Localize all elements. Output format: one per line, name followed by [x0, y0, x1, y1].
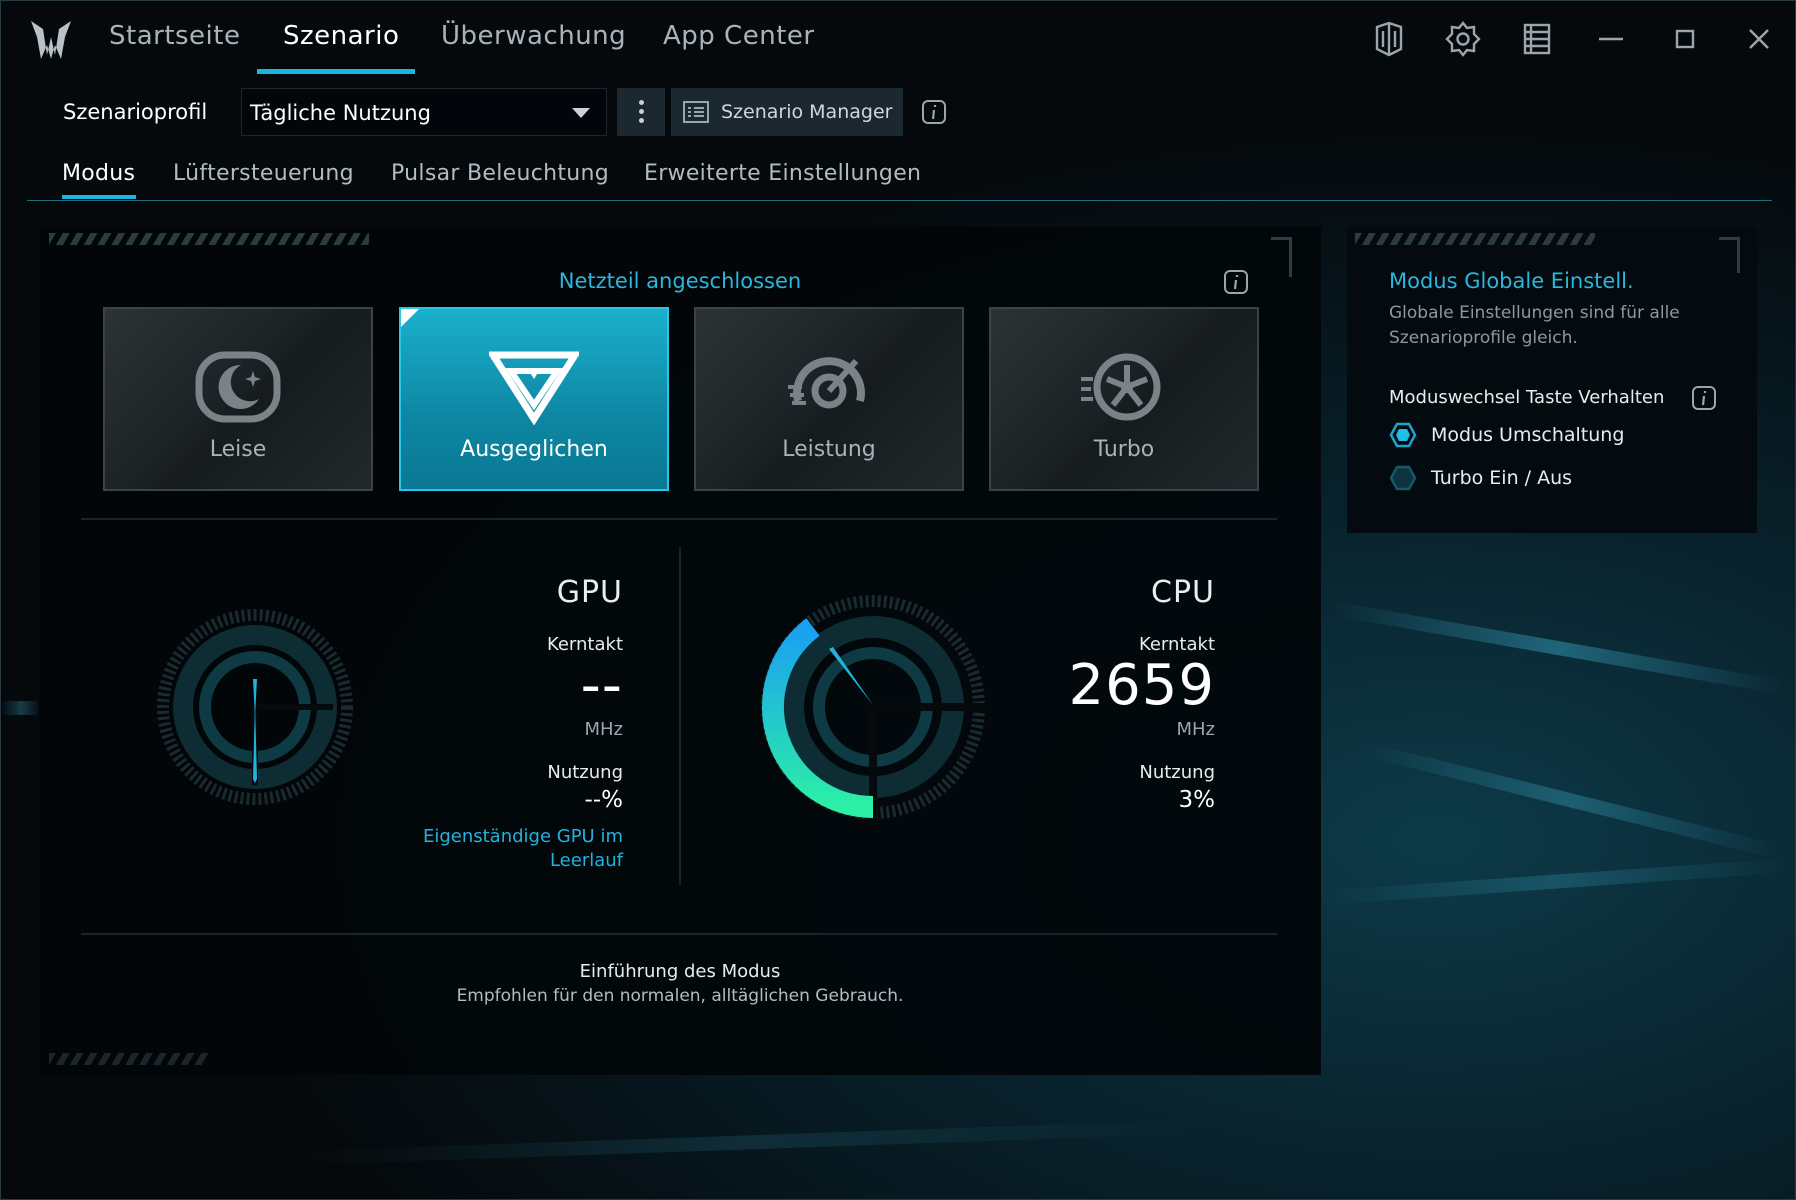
- mode-key-behavior-label: Moduswechsel Taste Verhalten: [1389, 387, 1665, 408]
- global-settings-description: Globale Einstellungen sind für alle Szen…: [1389, 303, 1680, 348]
- cpu-title: CPU: [1151, 575, 1215, 610]
- dot: [639, 118, 644, 123]
- more-options-button[interactable]: [617, 88, 665, 136]
- cpu-usage-value: 3%: [1178, 787, 1216, 813]
- global-settings-title: Modus Globale Einstell.: [1389, 269, 1634, 293]
- scenario-manager-label: Szenario Manager: [721, 101, 893, 123]
- list-menu-icon[interactable]: [1517, 19, 1557, 59]
- scenario-profile-dropdown[interactable]: Tägliche Nutzung: [241, 88, 607, 136]
- cpu-clock-value: 2659: [1068, 653, 1215, 718]
- info-icon[interactable]: [1223, 269, 1249, 295]
- panel-decoration: [1355, 233, 1595, 245]
- separator: [679, 547, 681, 885]
- mode-introduction: Einführung des Modus Empfohlen für den n…: [39, 961, 1321, 1006]
- gpu-idle-status: Eigenständige GPU im Leerlauf: [339, 825, 623, 873]
- nav-tab-szenario[interactable]: Szenario: [283, 21, 399, 51]
- mode-card-leistung[interactable]: Leistung: [694, 307, 964, 491]
- nav-tab-ueberwachung[interactable]: Überwachung: [441, 21, 626, 51]
- nav-active-indicator: [257, 69, 415, 74]
- bg-streak: [1, 701, 41, 715]
- minimize-icon[interactable]: [1591, 19, 1631, 59]
- panel-decoration: [1737, 237, 1740, 273]
- sub-tab-active-indicator: [62, 195, 136, 199]
- info-icon[interactable]: [1691, 385, 1717, 411]
- scenario-manager-button[interactable]: Szenario Manager: [671, 88, 903, 136]
- panel-decoration: [1719, 237, 1739, 240]
- cpu-clock-label: Kerntakt: [1138, 634, 1215, 655]
- close-icon[interactable]: [1739, 19, 1779, 59]
- tab-pulsar-beleuchtung[interactable]: Pulsar Beleuchtung: [391, 161, 609, 186]
- panel-decoration: [49, 233, 369, 245]
- scenario-profile-value: Tägliche Nutzung: [250, 101, 431, 125]
- mode-label: Ausgeglichen: [460, 437, 608, 462]
- intro-text: Empfohlen für den normalen, alltäglichen…: [456, 986, 904, 1006]
- panel-decoration: [49, 1053, 209, 1065]
- cpu-usage-label: Nutzung: [1139, 762, 1215, 783]
- tab-modus[interactable]: Modus: [62, 161, 135, 186]
- mode-card-ausgeglichen[interactable]: Ausgeglichen: [399, 307, 669, 491]
- gpu-usage-value: --%: [584, 787, 623, 813]
- book-icon[interactable]: [1369, 19, 1409, 59]
- cpu-clock-unit: MHz: [1176, 719, 1215, 740]
- mode-panel: Netzteil angeschlossen Leise Ausgegliche…: [39, 227, 1321, 1075]
- gpu-gauge: [155, 607, 355, 811]
- radio-selected-icon: [1389, 421, 1417, 449]
- cpu-stats: CPU Kerntakt 2659 MHz Nutzung 3%: [939, 575, 1215, 813]
- intro-title: Einführung des Modus: [579, 961, 781, 982]
- settings-gear-icon[interactable]: [1443, 19, 1483, 59]
- maximize-icon[interactable]: [1665, 19, 1705, 59]
- gpu-idle-line: Leerlauf: [549, 850, 623, 871]
- chevron-down-icon: [572, 108, 590, 118]
- radio-unselected-icon: [1389, 464, 1417, 492]
- dot: [639, 109, 644, 114]
- gpu-idle-line: Eigenständige GPU im: [422, 826, 623, 847]
- panel-decoration: [1271, 237, 1291, 240]
- radio-label: Modus Umschaltung: [1431, 424, 1625, 446]
- balanced-icon: [401, 349, 667, 426]
- predator-logo-icon: [27, 15, 75, 63]
- radio-label: Turbo Ein / Aus: [1431, 467, 1573, 489]
- mode-label: Leise: [209, 437, 267, 462]
- dot: [639, 100, 644, 105]
- bg-streak: [1359, 741, 1780, 859]
- mode-label: Leistung: [782, 437, 876, 462]
- mode-card-leise[interactable]: Leise: [103, 307, 373, 491]
- info-icon[interactable]: [921, 99, 947, 125]
- separator: [81, 933, 1277, 935]
- power-status-text: Netzteil angeschlossen: [558, 269, 802, 293]
- gpu-clock-unit: MHz: [584, 719, 623, 740]
- gpu-title: GPU: [556, 575, 623, 610]
- bg-streak: [300, 1119, 1201, 1165]
- list-icon: [683, 101, 709, 123]
- turbo-fan-icon: [991, 349, 1257, 425]
- gpu-usage-label: Nutzung: [547, 762, 623, 783]
- global-mode-settings-panel: Modus Globale Einstell. Globale Einstell…: [1347, 227, 1757, 533]
- tab-erweiterte-einstellungen[interactable]: Erweiterte Einstellungen: [644, 161, 921, 186]
- gpu-clock-label: Kerntakt: [546, 634, 623, 655]
- moon-icon: [105, 349, 371, 425]
- bg-streak: [1320, 858, 1791, 905]
- separator: [81, 518, 1277, 520]
- gpu-clock-value: --: [580, 653, 623, 718]
- speedometer-icon: [696, 349, 962, 425]
- nav-tab-startseite[interactable]: Startseite: [109, 21, 240, 51]
- tab-lueftersteuerung[interactable]: Lüftersteuerung: [173, 161, 354, 186]
- mode-label: Turbo: [1093, 437, 1155, 462]
- sub-tab-divider: [27, 200, 1772, 201]
- title-bar: Startseite Szenario Überwachung App Cent…: [1, 1, 1795, 77]
- nav-tab-app-center[interactable]: App Center: [663, 21, 815, 51]
- predator-sense-window: Startseite Szenario Überwachung App Cent…: [0, 0, 1796, 1200]
- mode-card-turbo[interactable]: Turbo: [989, 307, 1259, 491]
- gpu-stats: GPU Kerntakt -- MHz Nutzung --% Eigenstä…: [339, 575, 623, 873]
- scenario-profile-label: Szenarioprofil: [63, 100, 208, 124]
- bg-streak: [1329, 601, 1786, 695]
